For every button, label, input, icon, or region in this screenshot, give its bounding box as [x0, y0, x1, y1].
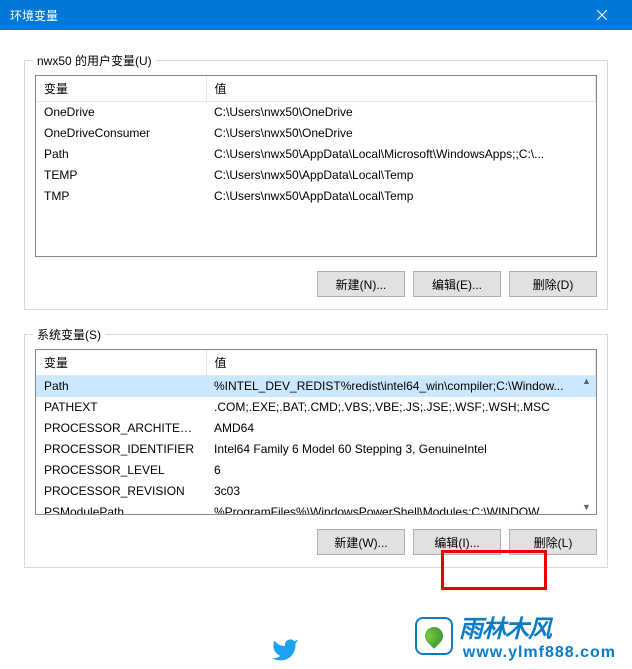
table-row[interactable]: TMPC:\Users\nwx50\AppData\Local\Temp — [36, 186, 596, 207]
table-row[interactable]: PROCESSOR_IDENTIFIERIntel64 Family 6 Mod… — [36, 439, 596, 460]
table-row[interactable]: OneDriveConsumerC:\Users\nwx50\OneDrive — [36, 123, 596, 144]
system-variables-table[interactable]: 变量 值 Path%INTEL_DEV_REDIST%redist\intel6… — [35, 349, 597, 515]
system-delete-button[interactable]: 删除(L) — [509, 529, 597, 555]
close-icon — [597, 10, 607, 20]
table-row[interactable]: PROCESSOR_LEVEL6 — [36, 460, 596, 481]
titlebar: 环境变量 — [0, 0, 632, 30]
system-header-value[interactable]: 值 — [206, 350, 596, 376]
table-row[interactable]: PathC:\Users\nwx50\AppData\Local\Microso… — [36, 144, 596, 165]
user-header-variable[interactable]: 变量 — [36, 76, 206, 102]
system-group-label: 系统变量(S) — [33, 326, 105, 343]
watermark-brand: 雨林木风 — [459, 609, 616, 644]
window-title: 环境变量 — [10, 7, 582, 24]
table-row[interactable]: PROCESSOR_ARCHITECT...AMD64 — [36, 418, 596, 439]
close-button[interactable] — [582, 1, 622, 29]
system-variables-group: 系统变量(S) 变量 值 Path%INTEL_DEV_REDIST%redis… — [24, 334, 608, 568]
watermark-logo-icon — [415, 617, 453, 655]
user-delete-button[interactable]: 删除(D) — [509, 271, 597, 297]
twitter-bird-icon — [268, 636, 302, 664]
system-new-button[interactable]: 新建(W)... — [317, 529, 405, 555]
user-header-value[interactable]: 值 — [206, 76, 596, 102]
system-edit-button[interactable]: 编辑(I)... — [413, 529, 501, 555]
table-row[interactable]: TEMPC:\Users\nwx50\AppData\Local\Temp — [36, 165, 596, 186]
table-row[interactable]: OneDriveC:\Users\nwx50\OneDrive — [36, 102, 596, 123]
table-row[interactable]: PATHEXT.COM;.EXE;.BAT;.CMD;.VBS;.VBE;.JS… — [36, 397, 596, 418]
user-edit-button[interactable]: 编辑(E)... — [413, 271, 501, 297]
user-new-button[interactable]: 新建(N)... — [317, 271, 405, 297]
user-group-label: nwx50 的用户变量(U) — [33, 52, 156, 69]
table-row[interactable]: PROCESSOR_REVISION3c03 — [36, 481, 596, 502]
watermark-url: www.ylmf888.com — [463, 644, 616, 662]
watermark: 雨林木风 www.ylmf888.com — [415, 609, 616, 662]
table-row[interactable]: Path%INTEL_DEV_REDIST%redist\intel64_win… — [36, 376, 596, 397]
user-variables-table[interactable]: 变量 值 OneDriveC:\Users\nwx50\OneDrive One… — [35, 75, 597, 257]
user-variables-group: nwx50 的用户变量(U) 变量 值 OneDriveC:\Users\nwx… — [24, 60, 608, 310]
table-row[interactable]: PSModulePath%ProgramFiles%\WindowsPowerS… — [36, 502, 596, 516]
system-header-variable[interactable]: 变量 — [36, 350, 206, 376]
